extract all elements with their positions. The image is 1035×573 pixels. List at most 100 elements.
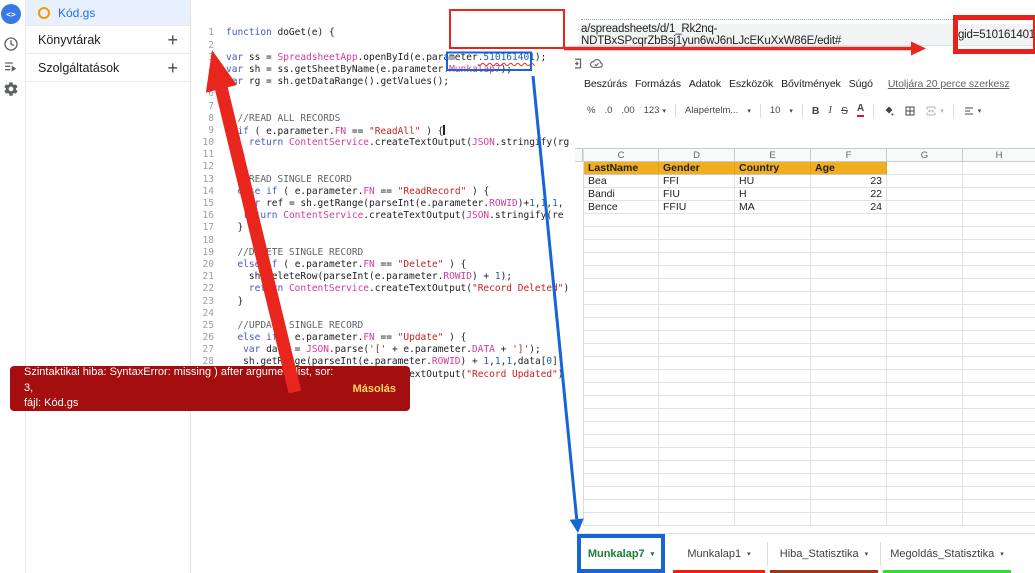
grid-cell[interactable] xyxy=(735,487,811,500)
sheet-tab-munkalap1[interactable]: Munkalap1 ▾ xyxy=(671,534,767,573)
grid-cell[interactable]: Country xyxy=(735,162,811,175)
grid-cell[interactable] xyxy=(659,240,735,253)
grid-cell[interactable] xyxy=(811,266,887,279)
grid-cell[interactable] xyxy=(659,474,735,487)
browser-url-bar[interactable]: a/spreadsheets/d/1_Rk2nq-NDTBxSPcqrZbBsj… xyxy=(578,14,1035,54)
grid-cell[interactable] xyxy=(811,227,887,240)
grid-cell[interactable] xyxy=(811,383,887,396)
grid-cell[interactable] xyxy=(963,474,1035,487)
last-edited-link[interactable]: Utoljára 20 perce szerkesz xyxy=(888,78,1010,90)
grid-cell[interactable] xyxy=(584,318,659,331)
grid-cell[interactable] xyxy=(735,474,811,487)
grid-cell[interactable] xyxy=(659,448,735,461)
grid-cell[interactable] xyxy=(887,253,963,266)
grid-cell[interactable] xyxy=(887,422,963,435)
grid-cell[interactable] xyxy=(963,201,1035,214)
code-line[interactable]: 25 //UPDATE SINGLE RECORD xyxy=(190,320,580,332)
grid-cell[interactable]: 24 xyxy=(811,201,887,214)
grid-cell[interactable] xyxy=(584,305,659,318)
grid-cell[interactable] xyxy=(584,357,659,370)
grid-cell[interactable] xyxy=(584,331,659,344)
grid-cell[interactable] xyxy=(659,318,735,331)
grid-cell[interactable] xyxy=(811,292,887,305)
grid-cell[interactable] xyxy=(963,253,1035,266)
grid-cell[interactable] xyxy=(584,474,659,487)
column-header-C[interactable]: C xyxy=(584,148,659,162)
grid-cell[interactable] xyxy=(963,331,1035,344)
grid-cell[interactable] xyxy=(735,331,811,344)
grid-cell[interactable] xyxy=(584,227,659,240)
grid-cell[interactable] xyxy=(887,331,963,344)
grid-cell[interactable] xyxy=(584,292,659,305)
grid-cell[interactable] xyxy=(963,318,1035,331)
sheet-tab-munkalap7[interactable]: Munkalap7 ▾ xyxy=(577,534,665,573)
menu-formázás[interactable]: Formázás xyxy=(635,78,681,90)
grid-cell[interactable] xyxy=(735,214,811,227)
grid-cell[interactable]: FIU xyxy=(659,188,735,201)
code-line[interactable]: 11 } xyxy=(190,149,580,161)
code-line[interactable]: 17 } xyxy=(190,222,580,234)
grid-cell[interactable] xyxy=(659,370,735,383)
tab-menu-caret[interactable]: ▾ xyxy=(865,550,869,558)
code-line[interactable]: 16 return ContentService.createTextOutpu… xyxy=(190,210,580,222)
column-header-H[interactable]: H xyxy=(963,148,1035,162)
libraries-row[interactable]: Könyvtárak + xyxy=(26,26,190,54)
grid-cell[interactable] xyxy=(735,279,811,292)
grid-cell[interactable] xyxy=(887,318,963,331)
grid-cell[interactable] xyxy=(887,435,963,448)
grid-cell[interactable] xyxy=(963,487,1035,500)
copy-button[interactable]: Másolás xyxy=(353,383,396,395)
column-header-F[interactable]: F xyxy=(811,148,887,162)
grid-cell[interactable] xyxy=(887,500,963,513)
grid-cell[interactable] xyxy=(887,409,963,422)
grid-cell[interactable] xyxy=(584,461,659,474)
grid-cell[interactable] xyxy=(887,227,963,240)
grid-cell[interactable] xyxy=(887,214,963,227)
grid-cell[interactable] xyxy=(963,162,1035,175)
menu-bővítmények[interactable]: Bővítmények xyxy=(781,78,841,90)
grid-cell[interactable] xyxy=(887,344,963,357)
grid-cell[interactable] xyxy=(811,409,887,422)
code-line[interactable]: 5 var rg = sh.getDataRange().getValues(); xyxy=(190,76,580,88)
grid-cell[interactable] xyxy=(659,214,735,227)
executions-icon[interactable] xyxy=(1,57,21,77)
tab-menu-caret[interactable]: ▾ xyxy=(747,550,751,558)
code-line[interactable]: 12 xyxy=(190,161,580,173)
strikethrough-button[interactable]: S xyxy=(841,105,848,117)
code-line[interactable]: 20 else if ( e.parameter.FN == "Delete" … xyxy=(190,259,580,271)
grid-cell[interactable] xyxy=(963,227,1035,240)
grid-cell[interactable] xyxy=(963,383,1035,396)
cloud-saved-icon[interactable] xyxy=(589,56,604,71)
grid-cell[interactable] xyxy=(584,422,659,435)
grid-cell[interactable] xyxy=(659,266,735,279)
grid-cell[interactable] xyxy=(811,487,887,500)
grid-cell[interactable] xyxy=(659,279,735,292)
grid-cell[interactable] xyxy=(735,292,811,305)
grid-cell[interactable] xyxy=(887,383,963,396)
grid-cell[interactable] xyxy=(735,500,811,513)
editor-icon[interactable]: <> xyxy=(1,4,21,24)
italic-button[interactable]: I xyxy=(829,105,833,116)
grid-cell[interactable] xyxy=(584,344,659,357)
grid-cell[interactable] xyxy=(811,344,887,357)
grid-cell[interactable] xyxy=(963,370,1035,383)
grid-cell[interactable] xyxy=(659,435,735,448)
grid-cell[interactable] xyxy=(887,357,963,370)
grid-cell[interactable]: Bea xyxy=(584,175,659,188)
grid-cell[interactable] xyxy=(811,422,887,435)
grid-cell[interactable] xyxy=(659,422,735,435)
grid-cell[interactable] xyxy=(963,500,1035,513)
grid-cell[interactable] xyxy=(887,279,963,292)
grid-cell[interactable] xyxy=(963,409,1035,422)
grid-cell[interactable]: Bandi xyxy=(584,188,659,201)
code-line[interactable]: 13 //READ SINGLE RECORD xyxy=(190,174,580,186)
grid-cell[interactable] xyxy=(735,240,811,253)
sheet-tab-megoldás_statisztika[interactable]: Megoldás_Statisztika ▾ xyxy=(881,534,1013,573)
grid-cell[interactable] xyxy=(584,240,659,253)
grid-cell[interactable] xyxy=(887,266,963,279)
grid-cell[interactable] xyxy=(887,461,963,474)
grid-cell[interactable] xyxy=(584,448,659,461)
fill-color-icon[interactable] xyxy=(883,105,895,117)
grid-cell[interactable] xyxy=(963,266,1035,279)
menu-eszközök[interactable]: Eszközök xyxy=(729,78,773,90)
